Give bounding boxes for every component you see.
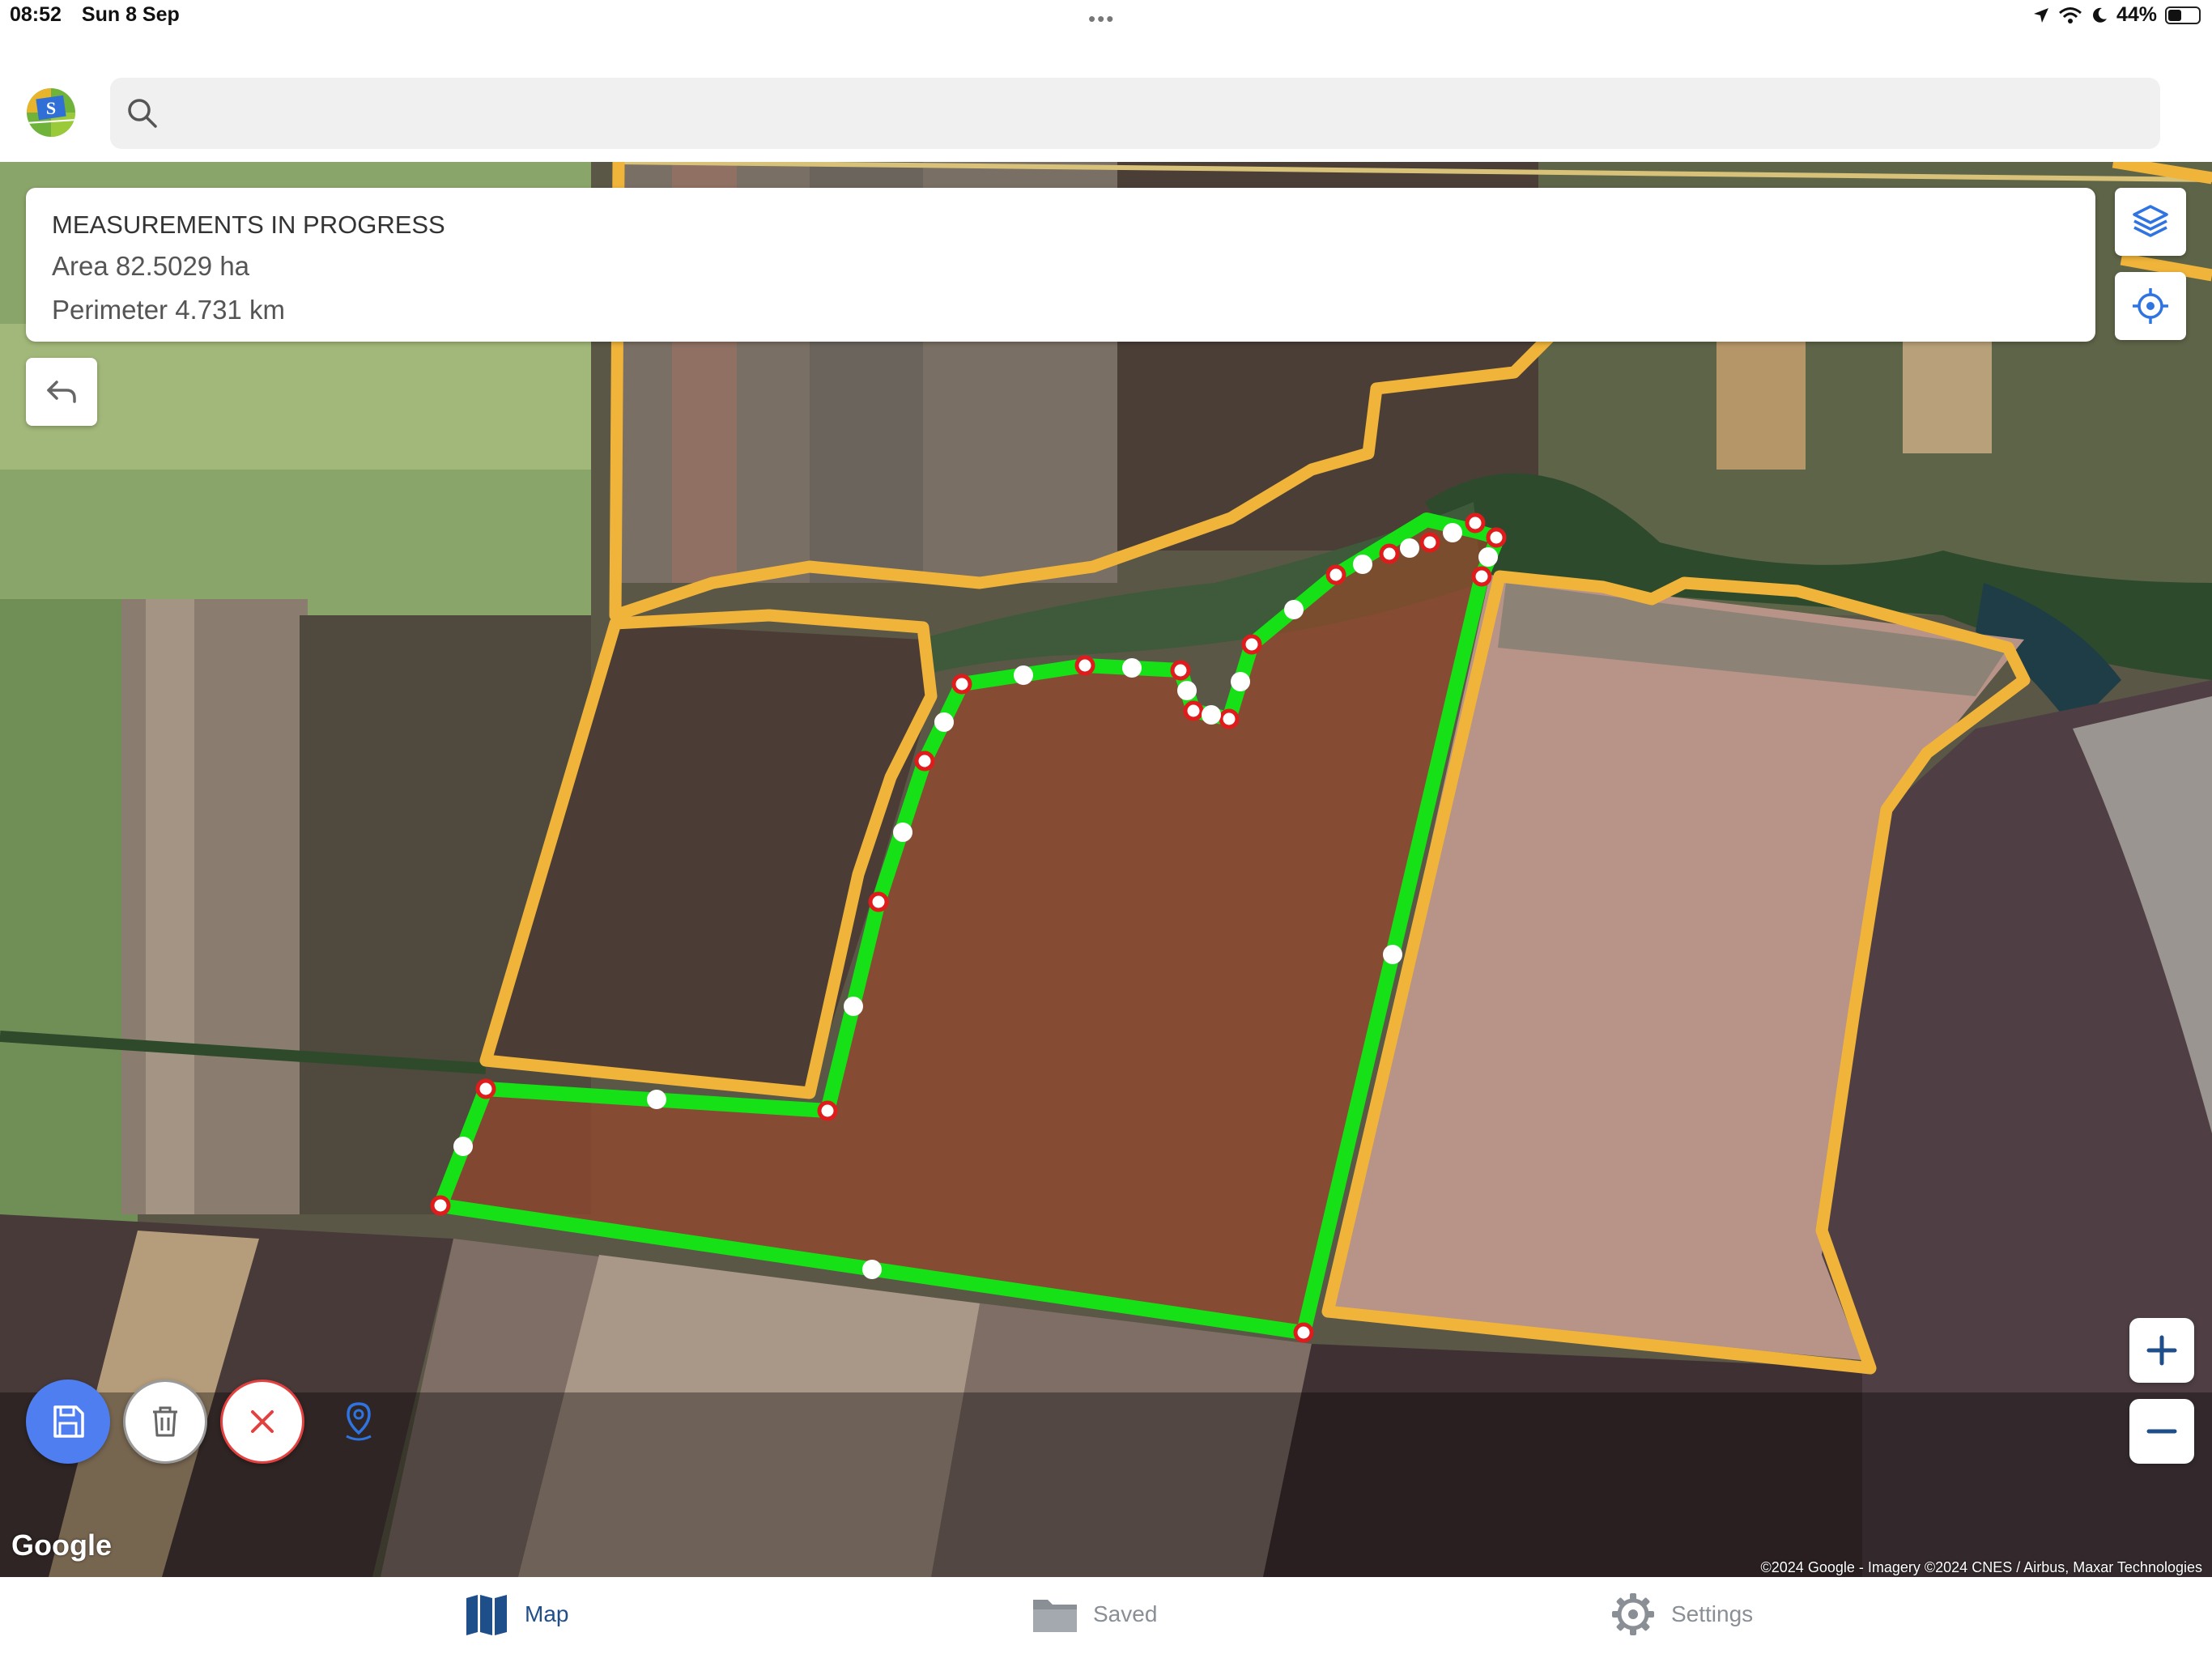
- location-pin-icon: [346, 1402, 372, 1441]
- tab-settings-label: Settings: [1671, 1601, 1754, 1626]
- minus-icon: [2146, 1429, 2177, 1434]
- locate-icon: [2133, 288, 2168, 324]
- midpoint-marker[interactable]: [1122, 658, 1142, 678]
- map-attribution[interactable]: ©2024 Google - Imagery ©2024 CNES / Airb…: [1761, 1559, 2202, 1576]
- midpoint-marker[interactable]: [1231, 672, 1250, 691]
- wifi-icon: [2058, 6, 2082, 23]
- measurement-perimeter: Perimeter 4.731 km: [52, 295, 285, 325]
- close-icon: [251, 1410, 274, 1433]
- vertex-marker[interactable]: [1219, 708, 1240, 729]
- vertex-marker[interactable]: [1486, 527, 1507, 548]
- tab-map-label: Map: [525, 1601, 569, 1626]
- vertex-marker[interactable]: [430, 1195, 451, 1216]
- midpoint-marker[interactable]: [893, 823, 912, 842]
- measurement-area: Area 82.5029 ha: [52, 251, 250, 281]
- layers-button[interactable]: [2115, 188, 2186, 256]
- vertex-marker[interactable]: [951, 674, 972, 695]
- map-field-patch: [146, 599, 194, 1214]
- status-indicators: 44%: [2032, 3, 2201, 27]
- map-view[interactable]: MEASUREMENTS IN PROGRESS Area 82.5029 ha…: [0, 162, 2212, 1577]
- battery-icon: [2165, 6, 2201, 24]
- undo-icon: [47, 380, 76, 403]
- app-logo-icon[interactable]: S: [26, 87, 76, 138]
- midpoint-marker[interactable]: [647, 1090, 666, 1109]
- tab-saved-label: Saved: [1093, 1601, 1158, 1626]
- locate-button[interactable]: [2115, 272, 2186, 340]
- location-arrow-icon: [2033, 7, 2048, 23]
- tab-map[interactable]: Map: [463, 1592, 568, 1637]
- map-shadow: [0, 1392, 2212, 1577]
- measurement-title: MEASUREMENTS IN PROGRESS: [52, 210, 445, 239]
- tab-saved[interactable]: Saved: [1032, 1592, 1157, 1637]
- multitasking-dots[interactable]: •••: [1088, 6, 1115, 32]
- search-icon: [128, 99, 157, 128]
- google-logo: Google: [11, 1528, 112, 1562]
- moon-icon: [2093, 7, 2107, 23]
- midpoint-marker[interactable]: [1202, 705, 1221, 725]
- zoom-out-button[interactable]: [2129, 1399, 2194, 1464]
- search-input[interactable]: [110, 78, 2160, 149]
- midpoint-marker[interactable]: [1383, 945, 1402, 964]
- layers-icon: [2133, 205, 2168, 237]
- vertex-marker[interactable]: [1183, 700, 1204, 721]
- map-icon: [466, 1595, 507, 1635]
- map-field-patch: [0, 599, 138, 1231]
- svg-text:S: S: [46, 98, 56, 118]
- vertex-marker[interactable]: [1325, 564, 1346, 585]
- midpoint-marker[interactable]: [862, 1260, 882, 1279]
- vertex-marker[interactable]: [475, 1078, 496, 1099]
- midpoint-marker[interactable]: [1443, 523, 1462, 542]
- midpoint-marker[interactable]: [934, 712, 954, 732]
- cancel-button[interactable]: [220, 1380, 304, 1464]
- satellite-map[interactable]: [0, 162, 2212, 1577]
- midpoint-marker[interactable]: [844, 997, 863, 1016]
- vertex-marker[interactable]: [1293, 1322, 1314, 1343]
- search-row: S: [0, 40, 2212, 162]
- midpoint-marker[interactable]: [453, 1137, 473, 1156]
- status-time: 08:52: [10, 3, 62, 26]
- status-bar: 08:52 Sun 8 Sep ••• 44%: [0, 0, 2212, 40]
- undo-button[interactable]: [26, 358, 97, 426]
- add-point-pin-button[interactable]: [340, 1401, 377, 1443]
- plus-icon: [2146, 1335, 2177, 1366]
- vertex-marker[interactable]: [1465, 512, 1486, 534]
- map-field-patch: [1903, 340, 1992, 453]
- midpoint-marker[interactable]: [1014, 665, 1033, 685]
- gear-icon: [1612, 1593, 1654, 1635]
- tab-bar: Map Saved Settings: [0, 1577, 2212, 1658]
- battery-percent: 44%: [2116, 3, 2157, 26]
- midpoint-marker[interactable]: [1400, 538, 1419, 558]
- vertex-marker[interactable]: [868, 891, 889, 912]
- status-date: Sun 8 Sep: [81, 3, 180, 26]
- status-time-date: 08:52 Sun 8 Sep: [10, 3, 194, 27]
- delete-button[interactable]: [123, 1380, 207, 1464]
- vertex-marker[interactable]: [1471, 566, 1492, 587]
- tab-settings[interactable]: Settings: [1610, 1592, 1753, 1637]
- vertex-marker[interactable]: [914, 750, 935, 772]
- save-icon: [53, 1405, 84, 1438]
- midpoint-marker[interactable]: [1284, 600, 1304, 619]
- map-field-patch: [1716, 324, 1806, 470]
- midpoint-marker[interactable]: [1353, 555, 1372, 574]
- battery-fill: [2168, 9, 2181, 21]
- vertex-marker[interactable]: [1074, 655, 1095, 676]
- vertex-marker[interactable]: [1379, 543, 1400, 564]
- vertex-marker[interactable]: [1170, 660, 1191, 681]
- save-button[interactable]: [26, 1380, 110, 1464]
- vertex-marker[interactable]: [817, 1100, 838, 1121]
- midpoint-marker[interactable]: [1478, 547, 1498, 567]
- zoom-in-button[interactable]: [2129, 1318, 2194, 1383]
- measurement-info-card: MEASUREMENTS IN PROGRESS Area 82.5029 ha…: [26, 188, 2095, 342]
- midpoint-marker[interactable]: [1177, 681, 1197, 700]
- trash-icon: [153, 1406, 177, 1437]
- vertex-marker[interactable]: [1419, 532, 1440, 553]
- vertex-marker[interactable]: [1241, 634, 1262, 655]
- folder-icon: [1033, 1600, 1077, 1632]
